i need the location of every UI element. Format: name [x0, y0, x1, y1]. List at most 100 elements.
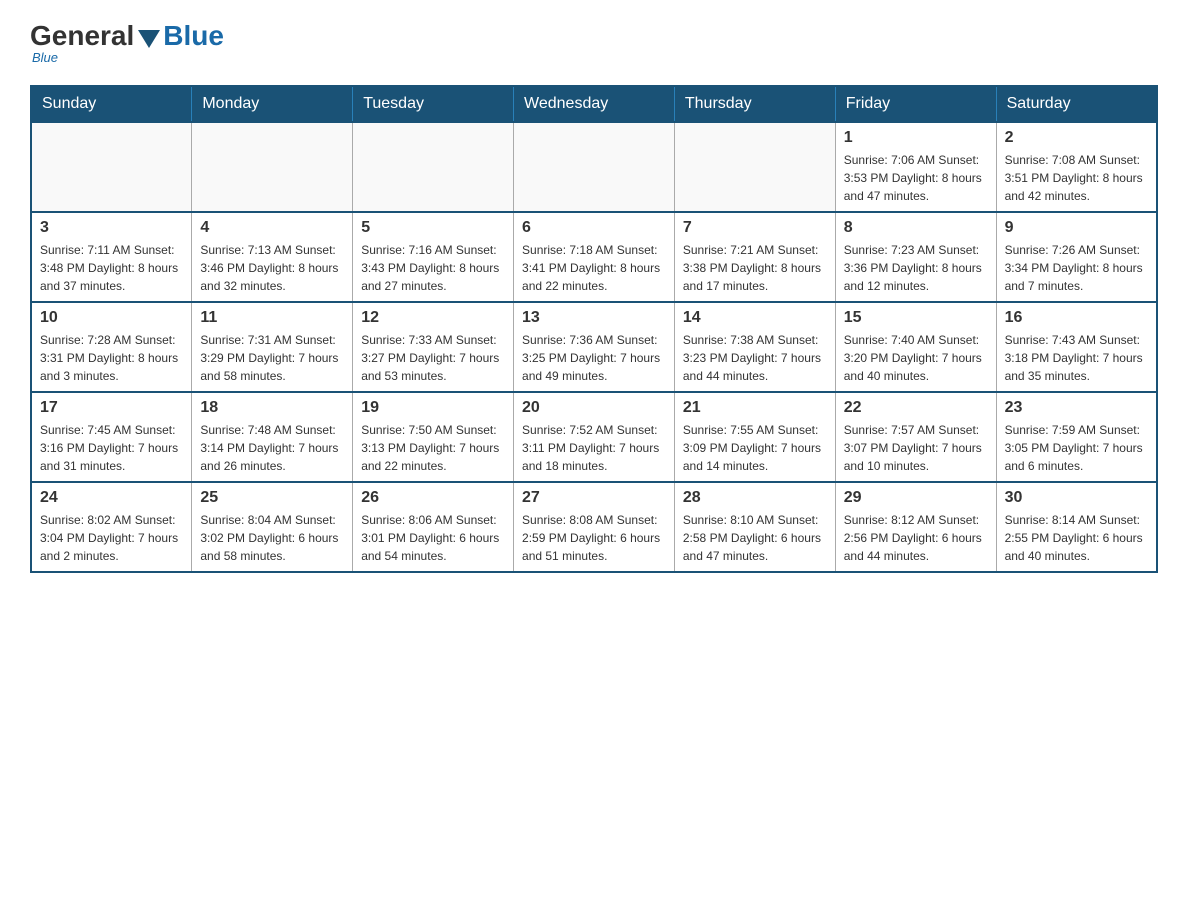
day-number: 16 — [1005, 309, 1148, 327]
day-number: 15 — [844, 309, 988, 327]
day-info: Sunrise: 7:06 AM Sunset: 3:53 PM Dayligh… — [844, 151, 988, 205]
table-row: 20 Sunrise: 7:52 AM Sunset: 3:11 PM Dayli… — [514, 392, 675, 482]
day-number: 11 — [200, 309, 344, 327]
day-number: 24 — [40, 489, 183, 507]
day-number: 30 — [1005, 489, 1148, 507]
day-info: Sunrise: 7:23 AM Sunset: 3:36 PM Dayligh… — [844, 241, 988, 295]
table-row: 9 Sunrise: 7:26 AM Sunset: 3:34 PM Daylig… — [996, 212, 1157, 302]
day-info: Sunrise: 7:21 AM Sunset: 3:38 PM Dayligh… — [683, 241, 827, 295]
day-info: Sunrise: 8:06 AM Sunset: 3:01 PM Dayligh… — [361, 511, 505, 565]
calendar-week-row: 17Sunrise: 7:45 AM Sunset: 3:16 PM Dayli… — [31, 392, 1157, 482]
table-row: 26 Sunrise: 8:06 AM Sunset: 3:01 PM Dayli… — [353, 482, 514, 572]
table-row: 8 Sunrise: 7:23 AM Sunset: 3:36 PM Daylig… — [835, 212, 996, 302]
logo-underline: Blue — [32, 50, 58, 65]
day-number: 14 — [683, 309, 827, 327]
table-row: 24 Sunrise: 8:02 AM Sunset: 3:04 PM Dayli… — [31, 482, 192, 572]
table-row — [353, 122, 514, 212]
day-info: Sunrise: 7:26 AM Sunset: 3:34 PM Dayligh… — [1005, 241, 1148, 295]
table-row: 10 Sunrise: 7:28 AM Sunset: 3:31 PM Dayli… — [31, 302, 192, 392]
table-row: 27 Sunrise: 8:08 AM Sunset: 2:59 PM Dayli… — [514, 482, 675, 572]
day-number: 5 — [361, 219, 505, 237]
day-number: 22 — [844, 399, 988, 417]
day-number: 4 — [200, 219, 344, 237]
logo: General Blue Blue — [30, 20, 224, 65]
day-info: Sunrise: 7:16 AM Sunset: 3:43 PM Dayligh… — [361, 241, 505, 295]
day-info: Sunrise: 7:31 AM Sunset: 3:29 PM Dayligh… — [200, 331, 344, 385]
table-row: 22Sunrise: 7:57 AM Sunset: 3:07 PM Dayli… — [835, 392, 996, 482]
table-row: 1 Sunrise: 7:06 AM Sunset: 3:53 PM Daylig… — [835, 122, 996, 212]
day-info: Sunrise: 7:43 AM Sunset: 3:18 PM Dayligh… — [1005, 331, 1148, 385]
calendar-week-row: 24 Sunrise: 8:02 AM Sunset: 3:04 PM Dayli… — [31, 482, 1157, 572]
day-info: Sunrise: 7:08 AM Sunset: 3:51 PM Dayligh… — [1005, 151, 1148, 205]
day-info: Sunrise: 7:11 AM Sunset: 3:48 PM Dayligh… — [40, 241, 183, 295]
col-wednesday: Wednesday — [514, 86, 675, 122]
day-info: Sunrise: 7:55 AM Sunset: 3:09 PM Dayligh… — [683, 421, 827, 475]
day-info: Sunrise: 7:40 AM Sunset: 3:20 PM Dayligh… — [844, 331, 988, 385]
day-info: Sunrise: 8:12 AM Sunset: 2:56 PM Dayligh… — [844, 511, 988, 565]
day-number: 12 — [361, 309, 505, 327]
day-info: Sunrise: 7:38 AM Sunset: 3:23 PM Dayligh… — [683, 331, 827, 385]
calendar-week-row: 1 Sunrise: 7:06 AM Sunset: 3:53 PM Daylig… — [31, 122, 1157, 212]
col-monday: Monday — [192, 86, 353, 122]
day-number: 7 — [683, 219, 827, 237]
day-number: 6 — [522, 219, 666, 237]
day-number: 1 — [844, 129, 988, 147]
day-info: Sunrise: 7:33 AM Sunset: 3:27 PM Dayligh… — [361, 331, 505, 385]
table-row: 15 Sunrise: 7:40 AM Sunset: 3:20 PM Dayli… — [835, 302, 996, 392]
table-row: 12 Sunrise: 7:33 AM Sunset: 3:27 PM Dayli… — [353, 302, 514, 392]
calendar-week-row: 10 Sunrise: 7:28 AM Sunset: 3:31 PM Dayli… — [31, 302, 1157, 392]
day-info: Sunrise: 8:14 AM Sunset: 2:55 PM Dayligh… — [1005, 511, 1148, 565]
table-row: 25Sunrise: 8:04 AM Sunset: 3:02 PM Dayli… — [192, 482, 353, 572]
table-row: 19 Sunrise: 7:50 AM Sunset: 3:13 PM Dayli… — [353, 392, 514, 482]
table-row — [192, 122, 353, 212]
day-info: Sunrise: 7:59 AM Sunset: 3:05 PM Dayligh… — [1005, 421, 1148, 475]
table-row — [674, 122, 835, 212]
table-row: 11 Sunrise: 7:31 AM Sunset: 3:29 PM Dayli… — [192, 302, 353, 392]
day-info: Sunrise: 8:02 AM Sunset: 3:04 PM Dayligh… — [40, 511, 183, 565]
calendar-body: 1 Sunrise: 7:06 AM Sunset: 3:53 PM Daylig… — [31, 122, 1157, 572]
col-tuesday: Tuesday — [353, 86, 514, 122]
table-row: 17Sunrise: 7:45 AM Sunset: 3:16 PM Dayli… — [31, 392, 192, 482]
table-row: 21Sunrise: 7:55 AM Sunset: 3:09 PM Dayli… — [674, 392, 835, 482]
day-number: 3 — [40, 219, 183, 237]
day-info: Sunrise: 7:50 AM Sunset: 3:13 PM Dayligh… — [361, 421, 505, 475]
day-info: Sunrise: 7:18 AM Sunset: 3:41 PM Dayligh… — [522, 241, 666, 295]
table-row — [514, 122, 675, 212]
day-info: Sunrise: 8:04 AM Sunset: 3:02 PM Dayligh… — [200, 511, 344, 565]
day-info: Sunrise: 7:36 AM Sunset: 3:25 PM Dayligh… — [522, 331, 666, 385]
day-info: Sunrise: 7:28 AM Sunset: 3:31 PM Dayligh… — [40, 331, 183, 385]
day-number: 29 — [844, 489, 988, 507]
table-row: 6 Sunrise: 7:18 AM Sunset: 3:41 PM Daylig… — [514, 212, 675, 302]
day-number: 9 — [1005, 219, 1148, 237]
day-number: 10 — [40, 309, 183, 327]
table-row: 4Sunrise: 7:13 AM Sunset: 3:46 PM Daylig… — [192, 212, 353, 302]
day-number: 23 — [1005, 399, 1148, 417]
calendar-table: Sunday Monday Tuesday Wednesday Thursday… — [30, 85, 1158, 573]
table-row: 13Sunrise: 7:36 AM Sunset: 3:25 PM Dayli… — [514, 302, 675, 392]
logo-triangle-icon — [138, 30, 160, 48]
day-info: Sunrise: 7:45 AM Sunset: 3:16 PM Dayligh… — [40, 421, 183, 475]
logo-general-text: General — [30, 20, 134, 52]
day-number: 2 — [1005, 129, 1148, 147]
col-sunday: Sunday — [31, 86, 192, 122]
table-row — [31, 122, 192, 212]
table-row: 3 Sunrise: 7:11 AM Sunset: 3:48 PM Daylig… — [31, 212, 192, 302]
day-number: 19 — [361, 399, 505, 417]
table-row: 18Sunrise: 7:48 AM Sunset: 3:14 PM Dayli… — [192, 392, 353, 482]
day-number: 8 — [844, 219, 988, 237]
logo-blue-text: Blue — [163, 20, 224, 52]
table-row: 28Sunrise: 8:10 AM Sunset: 2:58 PM Dayli… — [674, 482, 835, 572]
day-number: 27 — [522, 489, 666, 507]
day-number: 20 — [522, 399, 666, 417]
table-row: 5 Sunrise: 7:16 AM Sunset: 3:43 PM Daylig… — [353, 212, 514, 302]
table-row: 7 Sunrise: 7:21 AM Sunset: 3:38 PM Daylig… — [674, 212, 835, 302]
table-row: 29 Sunrise: 8:12 AM Sunset: 2:56 PM Dayli… — [835, 482, 996, 572]
day-number: 26 — [361, 489, 505, 507]
col-saturday: Saturday — [996, 86, 1157, 122]
col-friday: Friday — [835, 86, 996, 122]
col-thursday: Thursday — [674, 86, 835, 122]
table-row: 16 Sunrise: 7:43 AM Sunset: 3:18 PM Dayli… — [996, 302, 1157, 392]
day-info: Sunrise: 8:08 AM Sunset: 2:59 PM Dayligh… — [522, 511, 666, 565]
table-row: 2 Sunrise: 7:08 AM Sunset: 3:51 PM Daylig… — [996, 122, 1157, 212]
day-info: Sunrise: 7:52 AM Sunset: 3:11 PM Dayligh… — [522, 421, 666, 475]
